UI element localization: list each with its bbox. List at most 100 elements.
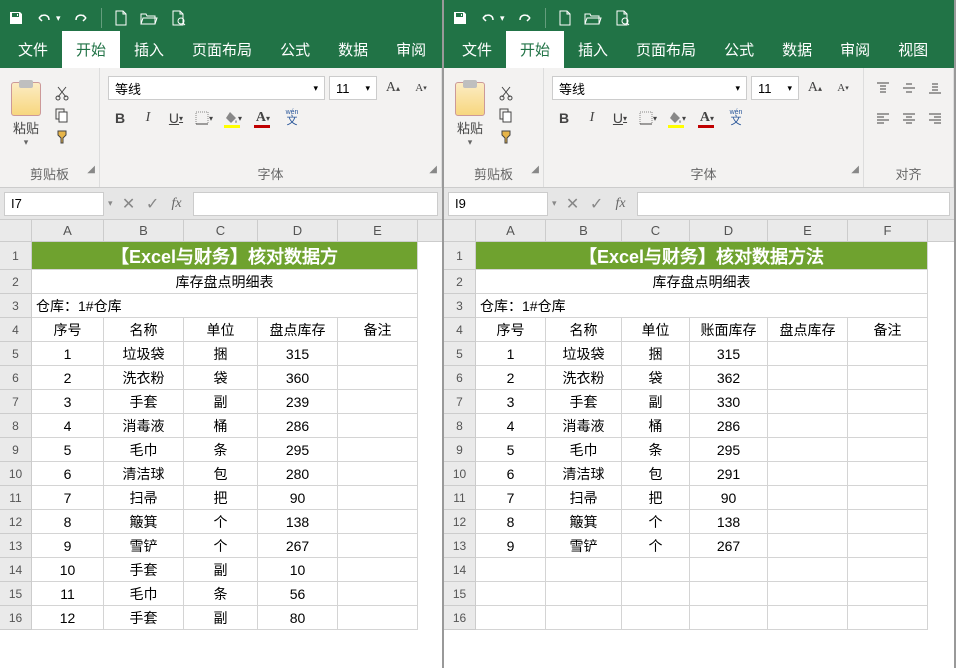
cell[interactable]: 3 [32,390,104,414]
tab-home[interactable]: 开始 [506,31,564,68]
row-header[interactable]: 11 [444,486,476,510]
row-header[interactable]: 13 [0,534,32,558]
cell[interactable]: 10 [32,558,104,582]
enter-icon[interactable]: ✓ [141,192,165,216]
row-header[interactable]: 8 [0,414,32,438]
cell[interactable] [848,582,928,606]
cell[interactable]: 扫帚 [546,486,622,510]
new-file-icon[interactable] [114,10,128,26]
decrease-font-icon[interactable]: A▾ [831,76,855,100]
cell[interactable]: 消毒液 [546,414,622,438]
row-header[interactable]: 12 [0,510,32,534]
fx-icon[interactable]: fx [165,192,189,216]
cell[interactable] [848,558,928,582]
cell[interactable]: 雪铲 [104,534,184,558]
cell[interactable]: 手套 [104,558,184,582]
cell[interactable]: 291 [690,462,768,486]
cell[interactable] [848,414,928,438]
column-header[interactable]: E [768,220,848,241]
cell[interactable]: 名称 [104,318,184,342]
row-header[interactable]: 16 [0,606,32,630]
cell[interactable]: 毛巾 [546,438,622,462]
cell[interactable] [848,390,928,414]
cell[interactable]: 10 [258,558,338,582]
cell[interactable]: 仓库：1#仓库 [32,294,418,318]
cell[interactable]: 手套 [104,606,184,630]
tab-insert[interactable]: 插入 [120,31,178,68]
cell[interactable] [768,534,848,558]
cell[interactable]: 9 [32,534,104,558]
cell[interactable] [338,582,418,606]
cell[interactable]: 序号 [476,318,546,342]
print-preview-icon[interactable] [614,10,630,26]
row-header[interactable]: 15 [444,582,476,606]
font-name-dropdown[interactable]: 等线▾ [108,76,325,100]
format-painter-icon[interactable] [52,127,72,147]
cell[interactable] [848,462,928,486]
cell[interactable]: 单位 [184,318,258,342]
cell[interactable]: 138 [258,510,338,534]
save-icon[interactable] [452,10,468,26]
formula-input[interactable] [637,192,950,216]
paste-button[interactable]: 粘贴 ▾ [6,82,46,148]
cell[interactable] [768,366,848,390]
cell[interactable]: 330 [690,390,768,414]
cell[interactable] [338,462,418,486]
row-header[interactable]: 2 [444,270,476,294]
cell[interactable]: 毛巾 [104,438,184,462]
cell[interactable]: 袋 [184,366,258,390]
cell[interactable] [848,438,928,462]
cell[interactable] [338,390,418,414]
cell[interactable] [690,558,768,582]
paste-button[interactable]: 粘贴 ▾ [450,82,490,148]
cell[interactable]: 序号 [32,318,104,342]
cell[interactable]: 把 [622,486,690,510]
cell[interactable]: 库存盘点明细表 [32,270,418,294]
fx-icon[interactable]: fx [609,192,633,216]
redo-icon[interactable] [73,10,89,26]
cell[interactable] [338,486,418,510]
cell[interactable]: 267 [258,534,338,558]
tab-view[interactable]: 视图 [884,31,942,68]
cell[interactable]: 单位 [622,318,690,342]
cell[interactable]: 簸箕 [104,510,184,534]
tab-data[interactable]: 数据 [324,31,382,68]
cell[interactable] [622,606,690,630]
row-header[interactable]: 6 [444,366,476,390]
cell[interactable]: 副 [622,390,690,414]
cell[interactable]: 副 [184,390,258,414]
cell[interactable]: 桶 [184,414,258,438]
cell[interactable] [338,366,418,390]
cell[interactable]: 5 [476,438,546,462]
phonetic-button[interactable]: wén文 [280,106,304,130]
cell[interactable]: 个 [622,534,690,558]
font-size-dropdown[interactable]: 11▾ [329,76,377,100]
cell[interactable] [768,390,848,414]
tab-page-layout[interactable]: 页面布局 [622,31,710,68]
font-size-dropdown[interactable]: 11▾ [751,76,799,100]
column-header[interactable]: E [338,220,418,241]
decrease-font-icon[interactable]: A▾ [409,76,433,100]
row-header[interactable]: 7 [444,390,476,414]
cell[interactable]: 56 [258,582,338,606]
select-all-corner[interactable] [0,220,32,241]
cancel-icon[interactable]: ✕ [117,192,141,216]
cut-icon[interactable] [52,83,72,103]
bold-button[interactable]: B [552,106,576,130]
cell[interactable] [768,606,848,630]
column-header[interactable]: C [184,220,258,241]
column-header[interactable]: B [546,220,622,241]
row-header[interactable]: 8 [444,414,476,438]
cell[interactable]: 286 [690,414,768,438]
cell[interactable] [690,582,768,606]
cell[interactable]: 267 [690,534,768,558]
cell[interactable]: 6 [476,462,546,486]
cell[interactable]: 清洁球 [104,462,184,486]
row-header[interactable]: 5 [444,342,476,366]
cell[interactable]: 1 [476,342,546,366]
row-header[interactable]: 1 [444,242,476,270]
cell[interactable] [768,582,848,606]
column-header[interactable]: A [32,220,104,241]
cell[interactable]: 11 [32,582,104,606]
cell[interactable]: 1 [32,342,104,366]
